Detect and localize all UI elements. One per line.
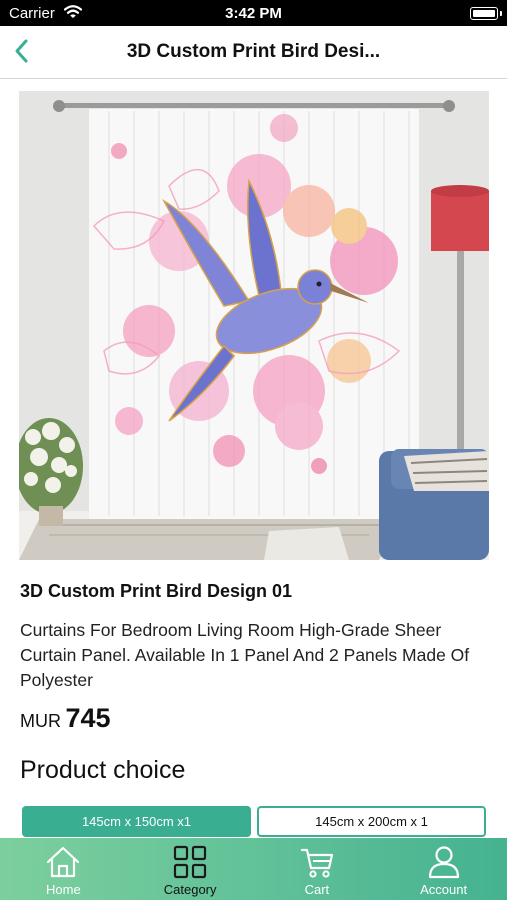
page-title: 3D Custom Print Bird Desi...: [126, 41, 381, 62]
tab-account-label: Account: [420, 882, 468, 897]
tab-bar: Home Category Cart Account: [0, 838, 507, 900]
product-choice-options: 145cm x 150cm x1 145cm x 200cm x 1: [22, 806, 486, 838]
home-icon: [47, 846, 80, 878]
tab-cart-label: Cart: [304, 882, 330, 897]
tab-account[interactable]: Account: [380, 838, 507, 900]
price-value: 745: [65, 703, 111, 733]
tab-category[interactable]: Category: [127, 838, 254, 900]
chevron-left-icon: [15, 39, 28, 63]
back-button[interactable]: [6, 34, 42, 70]
choice-option[interactable]: 145cm x 200cm x 1: [257, 806, 486, 837]
product-name: 3D Custom Print Bird Design 01: [20, 581, 293, 601]
product-description: Curtains For Bedroom Living Room High-Gr…: [20, 620, 470, 690]
tab-cart[interactable]: Cart: [254, 838, 381, 900]
status-time: 3:42 PM: [225, 5, 282, 22]
choice-option-selected[interactable]: 145cm x 150cm x1: [22, 806, 251, 837]
price-currency: MUR: [20, 711, 61, 731]
battery-icon: [470, 7, 502, 20]
status-bar: Carrier 3:42 PM: [0, 0, 507, 26]
nav-header: 3D Custom Print Bird Desi...: [0, 26, 507, 79]
price-row: MUR 745: [20, 703, 111, 734]
product-choice-title: Product choice: [20, 756, 186, 784]
product-image: [19, 91, 489, 560]
cart-icon: [300, 848, 333, 878]
tab-category-label: Category: [163, 882, 217, 897]
grid-icon: [174, 845, 207, 879]
tab-home-label: Home: [46, 882, 81, 897]
user-icon: [428, 846, 459, 879]
tab-home[interactable]: Home: [0, 838, 127, 900]
product-image-carousel[interactable]: [19, 91, 489, 560]
